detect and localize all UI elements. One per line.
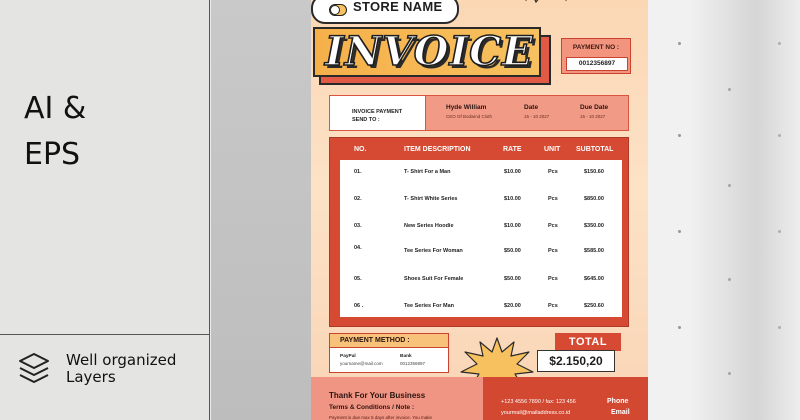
layers-feature-text: Well organized Layers	[66, 352, 176, 386]
paypal-value: yourname@mail.com	[340, 361, 383, 366]
cell-no: 01.	[354, 169, 362, 175]
terms-text: Payment is due max 5 days after invoice.…	[329, 415, 433, 420]
store-name: STORE NAME	[353, 0, 443, 14]
email-label: Email	[611, 409, 630, 416]
table-row: 02. T- Shirt White Series $10.00 Pcs $85…	[340, 187, 622, 213]
bg-dot	[678, 230, 681, 233]
items-table: NO. ITEM DESCRIPTION RATE UNIT SUBTOTAL …	[329, 137, 629, 327]
items-table-body: 01. T- Shirt For a Man $10.00 Pcs $150.6…	[340, 160, 622, 317]
cell-subtotal: $585.00	[584, 248, 604, 254]
cell-no: 05.	[354, 276, 362, 282]
payment-number-value: 0012356897	[566, 57, 628, 71]
cell-unit: Pcs	[548, 276, 558, 282]
phone-value: +123 4556 7890 / fax: 123 456	[501, 399, 576, 405]
table-row: 01. T- Shirt For a Man $10.00 Pcs $150.6…	[340, 160, 622, 186]
table-row: 04. Tee Series For Woman $50.00 Pcs $585…	[340, 239, 622, 265]
column-header-no: NO.	[354, 146, 367, 153]
store-name-badge: STORE NAME	[311, 0, 459, 24]
send-to-text: INVOICE PAYMENT SEND TO :	[352, 108, 402, 124]
recipient-name: Hyde William	[446, 104, 487, 111]
cell-unit: Pcs	[548, 303, 558, 309]
layers-icon	[19, 353, 49, 383]
invoice-paper: STORE NAME INVOICE PAYMENT NO : 00123568…	[311, 0, 648, 420]
bg-dot	[678, 326, 681, 329]
date-value: 15 - 10 2027	[524, 114, 550, 119]
column-header-subtotal: SUBTOTAL	[576, 146, 614, 153]
cell-no: 06 .	[354, 303, 364, 309]
cell-subtotal: $350.00	[584, 223, 604, 229]
recipient-role: CEO Of Bodwind Cloth	[446, 114, 493, 119]
cell-subtotal: $645.00	[584, 276, 604, 282]
payment-method-box: PAYMENT METHOD : PayPal yourname@mail.co…	[329, 333, 449, 373]
cell-subtotal: $250.60	[584, 303, 604, 309]
due-date-value: 15 - 10 2027	[580, 114, 606, 119]
bg-dot	[678, 42, 681, 45]
bank-value: 0012356897	[400, 361, 426, 366]
starburst-decoration-icon	[525, 0, 567, 4]
toggle-logo-icon	[329, 4, 347, 16]
column-header-unit: UNIT	[544, 146, 561, 153]
cell-description: T- Shirt White Series	[404, 196, 458, 202]
total-label-box: TOTAL	[555, 333, 621, 351]
cell-rate: $50.00	[504, 248, 521, 254]
cell-no: 03.	[354, 223, 362, 229]
total-value: $2.150,20	[549, 354, 603, 368]
paypal-label: PayPal	[340, 354, 356, 359]
table-row: 05. Shoes Suit For Female $50.00 Pcs $64…	[340, 267, 622, 293]
total-value-box: $2.150,20	[537, 350, 615, 372]
date-label: Date	[524, 104, 539, 111]
bank-label: Bank	[400, 354, 412, 359]
feature-line-1: Well organized	[66, 351, 177, 369]
payment-method-header: PAYMENT METHOD :	[330, 334, 448, 348]
thanks-text: Thank For Your Business	[329, 391, 426, 400]
cell-no: 04.	[354, 245, 362, 251]
background-shadow	[690, 0, 800, 420]
send-to-line-2: SEND TO :	[352, 117, 380, 123]
background-grey-band	[211, 0, 311, 420]
terms-label: Terms & Conditions / Note :	[329, 404, 415, 411]
panel-divider	[0, 334, 210, 335]
cell-unit: Pcs	[548, 248, 558, 254]
send-to-line-1: INVOICE PAYMENT	[352, 109, 403, 115]
cell-unit: Pcs	[548, 223, 558, 229]
format-line-eps: EPS	[24, 137, 81, 172]
column-header-rate: RATE	[503, 146, 522, 153]
cell-rate: $10.00	[504, 169, 521, 175]
cell-rate: $10.00	[504, 196, 521, 202]
cell-subtotal: $150.60	[584, 169, 604, 175]
bg-dot	[678, 134, 681, 137]
format-line-ai: AI &	[24, 91, 87, 126]
email-value: yourmail@mailaddress.co.id	[501, 410, 571, 416]
due-date-label: Due Date	[580, 104, 609, 111]
cell-subtotal: $850.00	[584, 196, 604, 202]
footer-contact: +123 4556 7890 / fax: 123 456 yourmail@m…	[483, 377, 648, 420]
feature-line-2: Layers	[66, 368, 116, 386]
column-header-description: ITEM DESCRIPTION	[404, 146, 471, 153]
total-label: TOTAL	[568, 336, 608, 348]
cell-unit: Pcs	[548, 169, 558, 175]
cell-unit: Pcs	[548, 196, 558, 202]
cell-description: Tee Series For Man	[404, 303, 455, 309]
payment-number-box: PAYMENT NO : 0012356897	[561, 38, 631, 74]
cell-description: New Series Hoodie	[404, 223, 454, 229]
cell-rate: $20.00	[504, 303, 521, 309]
payment-number-label: PAYMENT NO :	[572, 44, 620, 51]
cell-rate: $50.00	[504, 276, 521, 282]
payment-method-label: PAYMENT METHOD :	[340, 337, 410, 344]
footer-notes: Thank For Your Business Terms & Conditio…	[311, 377, 483, 420]
left-info-panel: AI & EPS Well organized Layers	[0, 0, 210, 420]
cell-description: Shoes Suit For Female	[404, 276, 464, 282]
table-row: 03. New Series Hoodie $10.00 Pcs $350.00	[340, 214, 622, 240]
bill-to-box: Hyde William CEO Of Bodwind Cloth Date 1…	[425, 95, 629, 131]
cell-description: T- Shirt For a Man	[404, 169, 451, 175]
phone-label: Phone	[607, 398, 629, 405]
table-row: 06 . Tee Series For Man $20.00 Pcs $250.…	[340, 294, 622, 320]
invoice-title: INVOICE	[324, 27, 534, 76]
cell-rate: $10.00	[504, 223, 521, 229]
cell-description: Tee Series For Woman	[404, 248, 463, 254]
cell-no: 02.	[354, 196, 362, 202]
send-to-box: INVOICE PAYMENT SEND TO :	[329, 95, 427, 131]
file-format-text: AI & EPS	[24, 86, 86, 178]
